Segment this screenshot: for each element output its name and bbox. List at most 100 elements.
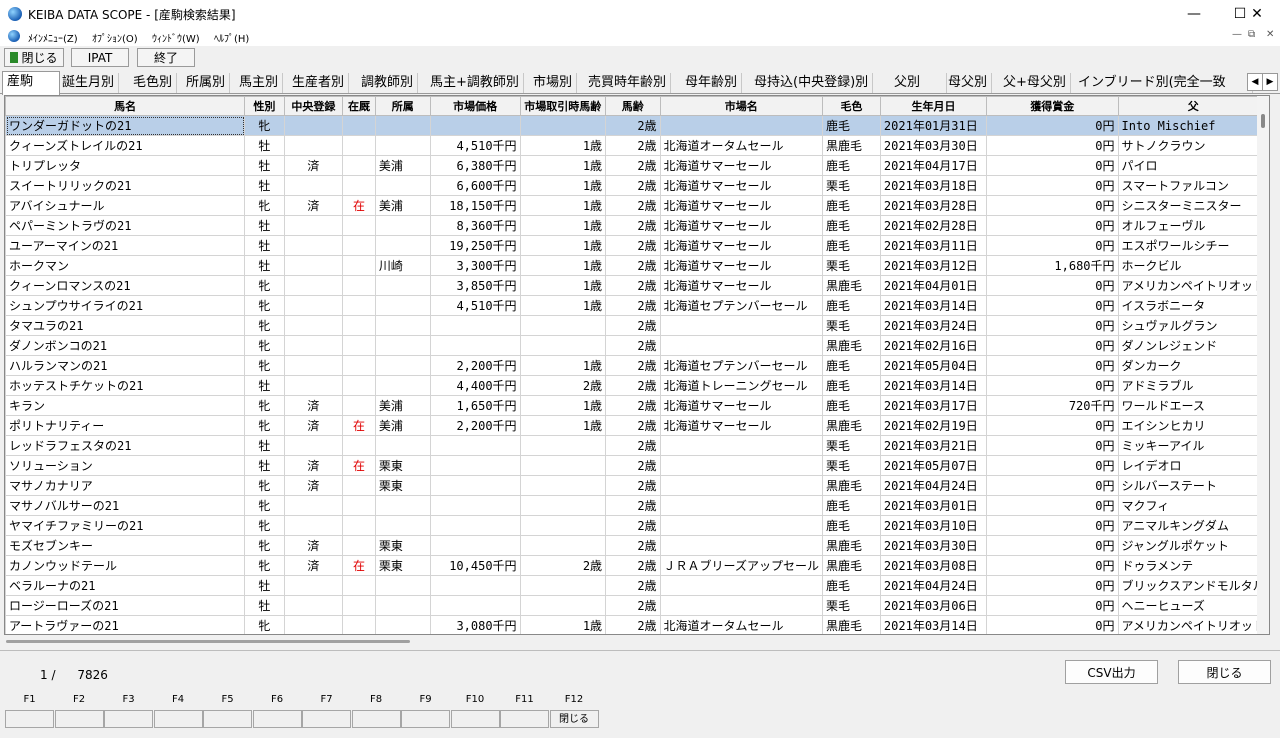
fkey-button[interactable] (54, 710, 104, 728)
vertical-scrollbar[interactable] (1257, 96, 1269, 634)
table-row[interactable]: ペパーミントラヴの21 牡 8,360千円 1歳 2歳 北海道サマーセール 鹿毛 2021年0… (5, 215, 1269, 236)
table-cell (283, 115, 344, 136)
close-button[interactable]: 閉じる (1178, 660, 1271, 684)
fkey-button[interactable] (500, 710, 549, 728)
col-header[interactable]: 性別 (244, 96, 285, 116)
fkey-5[interactable]: F5 (203, 690, 252, 730)
table-row[interactable]: モズセブンキー牝済 栗東 2歳 黒鹿毛 2021年03月30日 0円 ジャングルポケット (5, 535, 1269, 556)
table-row[interactable]: ダノンボンコの21 牝 2歳 黒鹿毛 2021年02月16日 0円 ダノンレジェンド (5, 335, 1269, 356)
col-header[interactable]: 馬名 (5, 96, 246, 116)
fkey-12[interactable]: F12 閉じる (549, 690, 599, 730)
table-row[interactable]: マサノバルサーの21 牝 2歳 鹿毛 2021年03月01日 0円 マクフィ (5, 495, 1269, 516)
table-row[interactable]: カノンウッドテール牝済在栗東 10,450千円 2歳 2歳 ＪＲＡブリーズアップセール黒… (5, 555, 1269, 576)
col-header[interactable]: 市場取引時馬齢 (519, 96, 607, 116)
tab-owner[interactable]: 馬主別 (235, 73, 284, 93)
col-header[interactable]: 所属 (374, 96, 431, 116)
tab-inbreed[interactable]: インブリード別(完全一致 (1074, 73, 1253, 93)
fkey-4[interactable]: F4 (153, 690, 203, 730)
table-row[interactable]: ロージーローズの21 牡 2歳 栗毛 2021年03月06日 0円 ヘニーヒューズ (5, 595, 1269, 616)
col-header[interactable]: 市場価格 (429, 96, 521, 116)
col-header[interactable]: 獲得賞金 (986, 96, 1119, 116)
fkey-button[interactable] (450, 710, 500, 728)
table-row[interactable]: マサノカナリア牝済 栗東 2歳 黒鹿毛 2021年04月24日 0円 シルバーステート (5, 475, 1269, 496)
table-row[interactable]: ホークマン牡 川崎 3,300千円 1歳 2歳 北海道サマーセール 栗毛 2021年03月12… (5, 255, 1269, 276)
table-row[interactable]: ソリューション牡済在栗東 2歳 栗毛 2021年05月07日 0円 レイデオロ (5, 455, 1269, 476)
tab-trainer[interactable]: 調教師別 (357, 73, 419, 93)
minimize-button[interactable]: — (1171, 0, 1217, 28)
fkey-1[interactable]: F1 (5, 690, 54, 730)
table-row[interactable]: ワンダーガドットの21 牝 2歳 鹿毛 2021年01月31日 0円 Into Mischi… (5, 115, 1269, 136)
table-row[interactable]: タマユラの21 牝 2歳 栗毛 2021年03月24日 0円 シュヴァルグラン (5, 315, 1269, 336)
fkey-8[interactable]: F8 (351, 690, 401, 730)
tab-owner-trainer[interactable]: 馬主+調教師別 (426, 73, 524, 93)
tab-birth-month[interactable]: 誕生月別 (58, 73, 120, 93)
table-row[interactable]: ベラルーナの21 牡 2歳 鹿毛 2021年04月24日 0円 ブリックスアンドモルタル (5, 575, 1269, 596)
table-row[interactable]: ユーアーマインの21 牡 19,250千円 1歳 2歳 北海道サマーセール 鹿毛 2021年0… (5, 235, 1269, 256)
menu-options[interactable]: ｵﾌﾟｼｮﾝ(O) (92, 30, 138, 45)
menu-window[interactable]: ｳｨﾝﾄﾞｳ(W) (152, 30, 200, 45)
tab-dam-age[interactable]: 母年齢別 (681, 73, 743, 93)
col-header[interactable]: 中央登録 (283, 96, 344, 116)
mdi-minimize-button[interactable]: — (1232, 29, 1242, 40)
table-row[interactable]: レッドラフェスタの21 牡 2歳 栗毛 2021年03月21日 0円 ミッキーアイル (5, 435, 1269, 456)
csv-export-button[interactable]: CSV出力 (1065, 660, 1158, 684)
tab-scroll-right-icon[interactable]: ▶ (1262, 73, 1278, 91)
fkey-button[interactable]: 閉じる (549, 710, 599, 728)
fkey-10[interactable]: F10 (450, 690, 500, 730)
close-window-button[interactable]: ✕ (1234, 0, 1280, 28)
toolbar-close-button[interactable]: 閉じる (4, 48, 64, 67)
table-row[interactable]: アバイシュナール牝済在美浦 18,150千円 1歳 2歳 北海道サマーセール 鹿毛 2021… (5, 195, 1269, 216)
tab-damsire[interactable]: 母父別 (944, 73, 993, 93)
fkey-button[interactable] (5, 710, 54, 728)
table-row[interactable]: ヤマイチファミリーの21 牝 2歳 鹿毛 2021年03月10日 0円 アニマルキングダム (5, 515, 1269, 536)
scroll-thumb[interactable] (1261, 114, 1265, 128)
fkey-button[interactable] (401, 710, 450, 728)
fkey-button[interactable] (153, 710, 203, 728)
fkey-button[interactable] (302, 710, 351, 728)
table-row[interactable]: ポリトナリティー牝済在美浦 2,200千円 1歳 2歳 北海道サマーセール 黒鹿毛 2021… (5, 415, 1269, 436)
tab-breeder[interactable]: 生産者別 (288, 73, 350, 93)
table-row[interactable]: クィーンズトレイルの21 牡 4,510千円 1歳 2歳 北海道オータムセール 黒鹿毛 202… (5, 135, 1269, 156)
table-row[interactable]: ホッテストチケットの21 牡 4,400千円 2歳 2歳 北海道トレーニングセール 鹿毛 20… (5, 375, 1269, 396)
fkey-button[interactable] (203, 710, 252, 728)
table-row[interactable]: アートラヴァーの21 牝 3,080千円 1歳 2歳 北海道オータムセール 黒鹿毛 2021年… (5, 615, 1269, 634)
menu-main[interactable]: ﾒｲﾝﾒﾆｭｰ(Z) (28, 30, 78, 45)
fkey-button[interactable] (104, 710, 153, 728)
fkey-7[interactable]: F7 (302, 690, 351, 730)
col-header[interactable]: 生年月日 (879, 96, 988, 116)
col-header[interactable]: 毛色 (821, 96, 881, 116)
fkey-2[interactable]: F2 (54, 690, 104, 730)
tab-sale-age[interactable]: 売買時年齢別 (584, 73, 672, 93)
horizontal-scrollbar[interactable] (6, 640, 410, 643)
mdi-restore-button[interactable]: ⧉ (1248, 29, 1255, 40)
col-header[interactable]: 在厩 (342, 96, 376, 116)
table-cell: 0円 (986, 475, 1119, 496)
table-row[interactable]: クィーンロマンスの21 牝 3,850千円 1歳 2歳 北海道サマーセール 黒鹿毛 2021年… (5, 275, 1269, 296)
tab-market[interactable]: 市場別 (529, 73, 578, 93)
tab-coat-color[interactable]: 毛色別 (129, 73, 178, 93)
table-row[interactable]: シュンプウサイライの21 牝 4,510千円 1歳 2歳 北海道セプテンバーセール 鹿毛 20… (5, 295, 1269, 316)
tab-dam-import[interactable]: 母持込(中央登録)別 (750, 73, 874, 93)
col-header[interactable]: 馬齢 (605, 96, 661, 116)
tab-affiliation[interactable]: 所属別 (182, 73, 231, 93)
fkey-3[interactable]: F3 (104, 690, 153, 730)
table-row[interactable]: トリプレッタ牡済 美浦 6,380千円 1歳 2歳 北海道サマーセール 鹿毛 2021年04月… (5, 155, 1269, 176)
fkey-11[interactable]: F11 (500, 690, 549, 730)
fkey-button[interactable] (252, 710, 302, 728)
col-header[interactable]: 市場名 (659, 96, 823, 116)
table-row[interactable]: キラン牝済 美浦 1,650千円 1歳 2歳 北海道サマーセール 鹿毛 2021年03月17日… (5, 395, 1269, 416)
tab-sire-damsire[interactable]: 父+母父別 (999, 73, 1071, 93)
ipat-button[interactable]: IPAT (71, 48, 129, 67)
exit-button[interactable]: 終了 (137, 48, 195, 67)
tab-sire[interactable]: 父別 (890, 73, 947, 93)
tab-offspring[interactable]: 産駒 (2, 71, 60, 95)
fkey-9[interactable]: F9 (401, 690, 450, 730)
table-row[interactable]: ハルランマンの21 牝 2,200千円 1歳 2歳 北海道セプテンバーセール 鹿毛 2021年… (5, 355, 1269, 376)
menu-help[interactable]: ﾍﾙﾌﾟ(H) (214, 30, 249, 45)
mdi-close-button[interactable]: ✕ (1266, 29, 1274, 40)
fkey-button[interactable] (351, 710, 401, 728)
tab-scroll-left-icon[interactable]: ◀ (1247, 73, 1263, 91)
col-header[interactable]: 父 (1117, 96, 1269, 116)
fkey-6[interactable]: F6 (252, 690, 302, 730)
table-row[interactable]: スイートリリックの21 牡 6,600千円 1歳 2歳 北海道サマーセール 栗毛 2021年0… (5, 175, 1269, 196)
